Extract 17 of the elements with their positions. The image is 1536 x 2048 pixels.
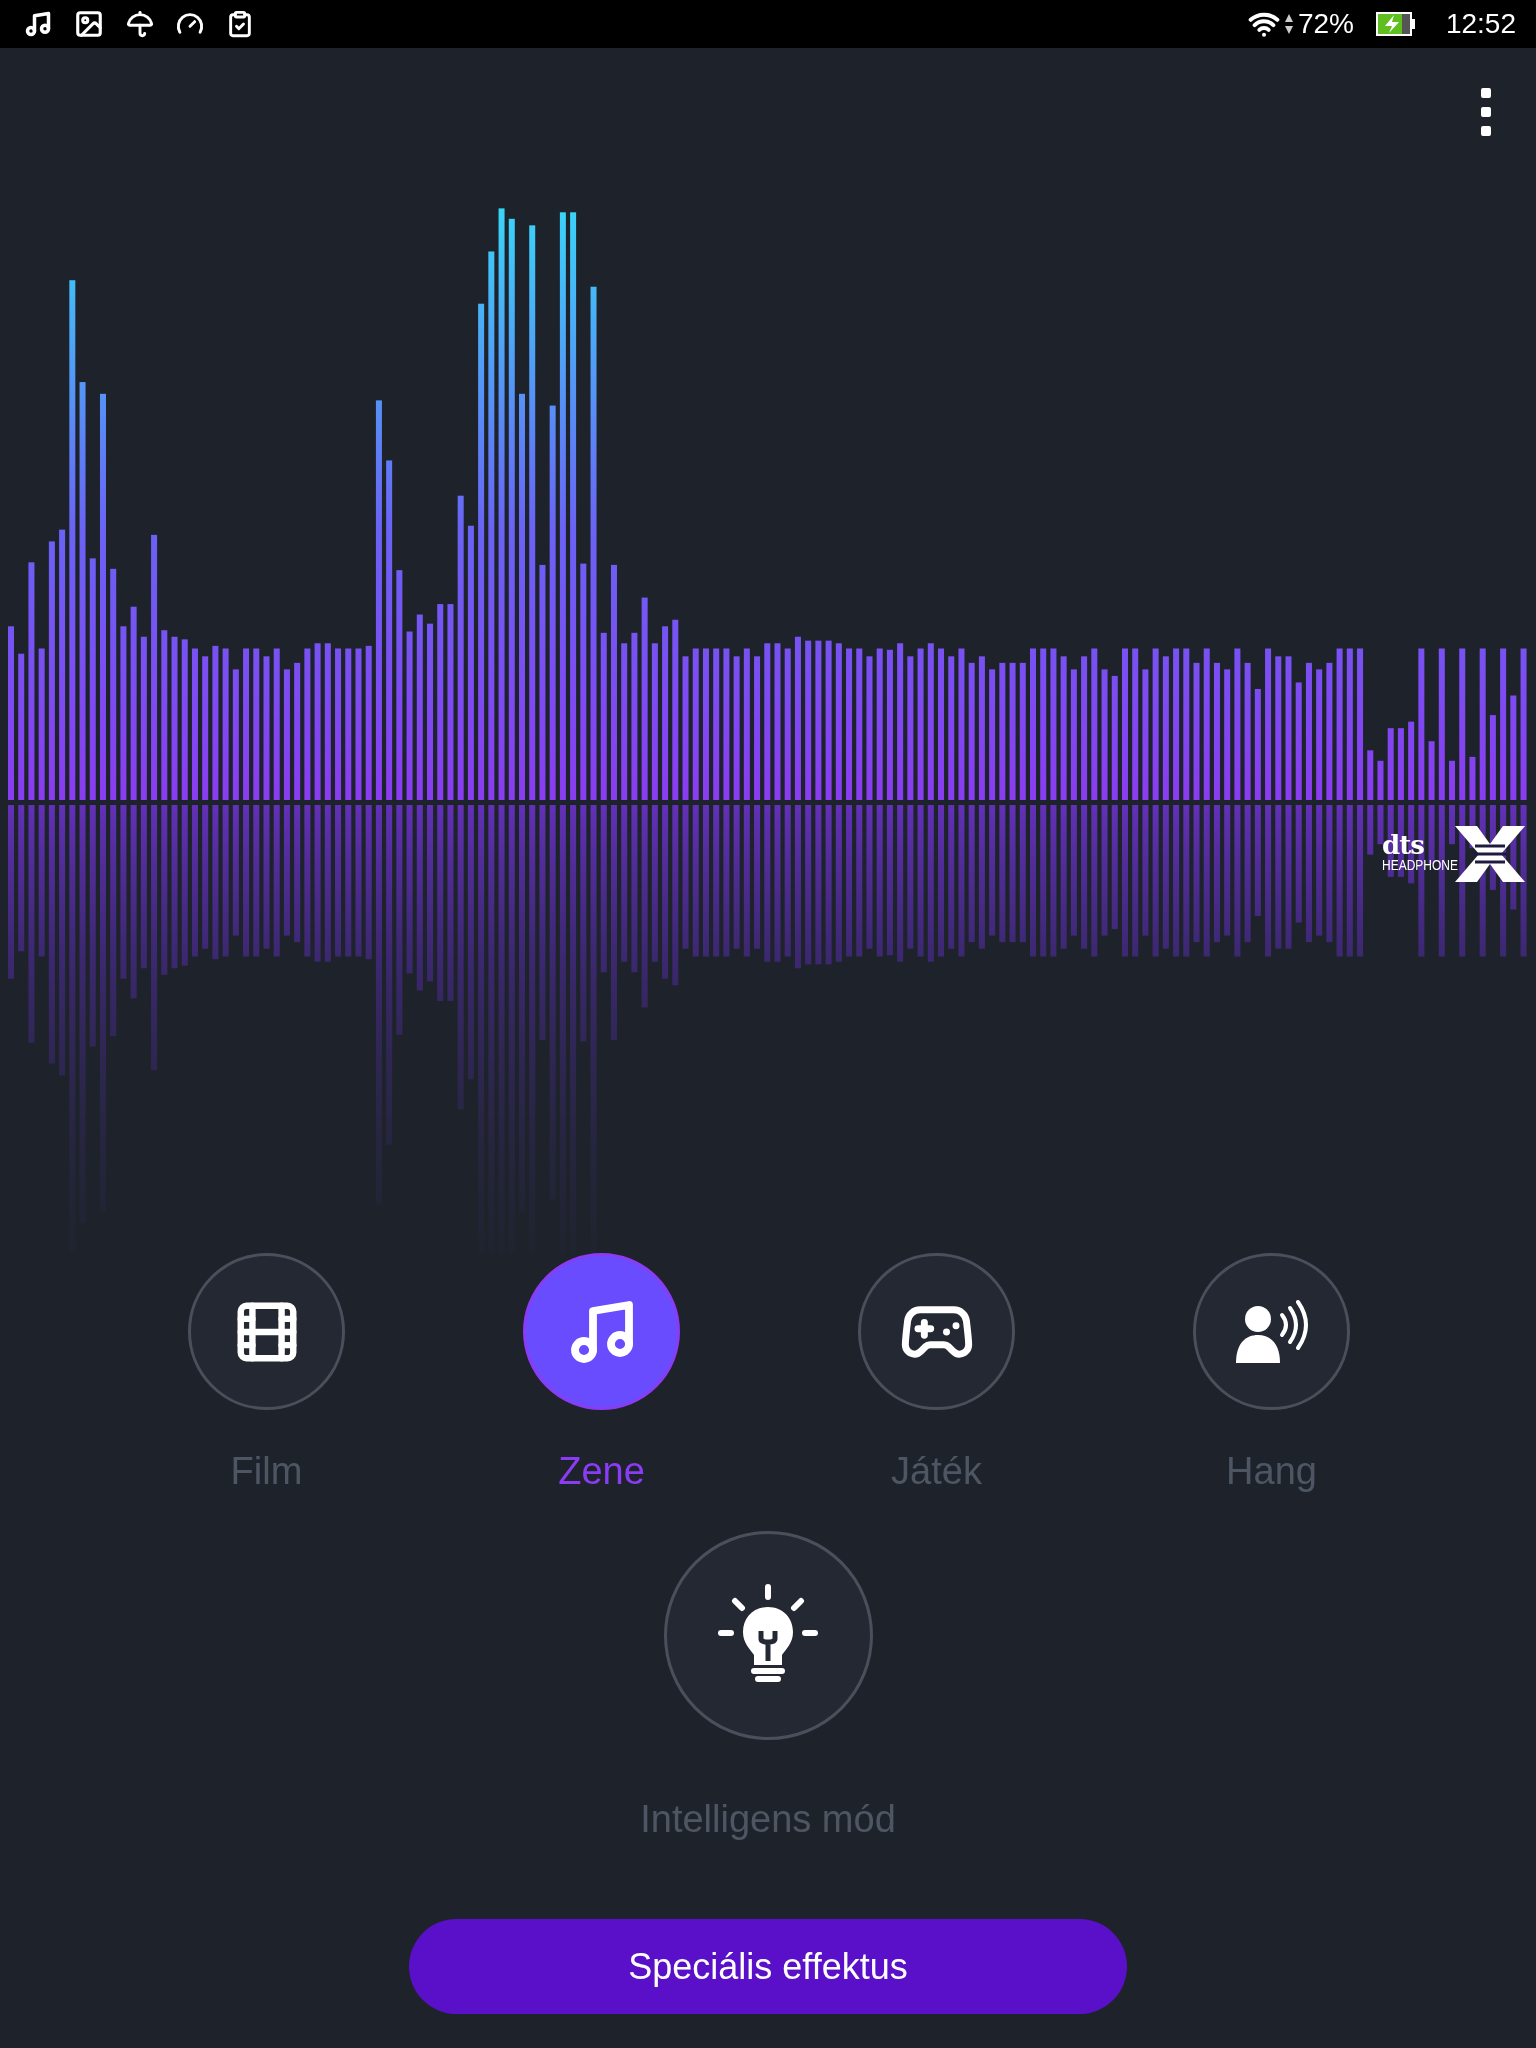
clock-time: 12:52 <box>1445 8 1516 40</box>
umbrella-icon <box>126 10 154 38</box>
logo-brand-text: dts <box>1382 834 1424 856</box>
mode-label: Film <box>230 1449 303 1494</box>
image-icon <box>74 9 104 39</box>
special-effects-button[interactable]: Speciális effektus <box>409 1919 1127 2014</box>
music-note-icon <box>24 10 52 38</box>
battery-percent: 72% <box>1297 8 1354 40</box>
logo-product-text: HEADPHONE <box>1382 856 1459 874</box>
smart-mode-label: Intelligens mód <box>640 1797 896 1842</box>
battery-charging-icon <box>1375 12 1416 36</box>
clipboard-check-icon <box>226 10 254 38</box>
mode-label: Zene <box>558 1449 645 1494</box>
speaking-person-icon <box>1233 1298 1310 1365</box>
data-arrows-icon <box>1283 12 1294 36</box>
mode-label: Hang <box>1226 1449 1317 1494</box>
mode-label: Játék <box>891 1449 982 1494</box>
